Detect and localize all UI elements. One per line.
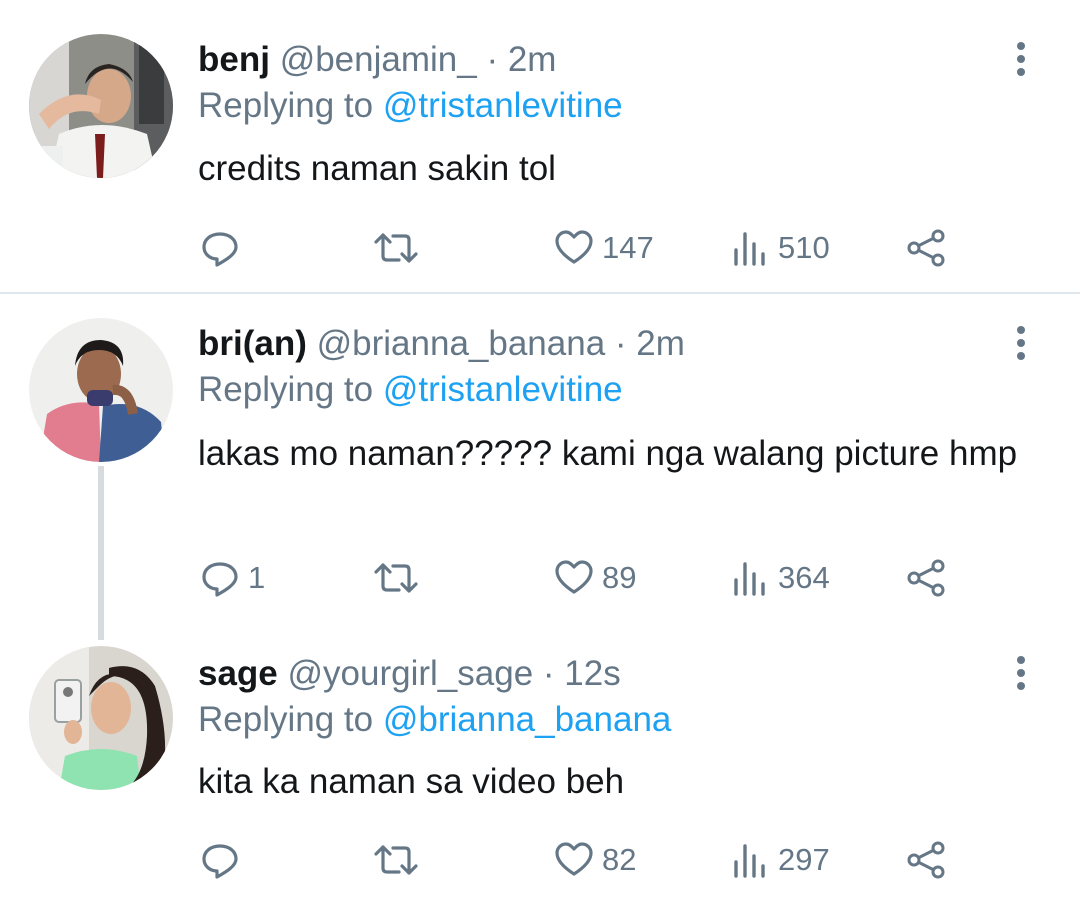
like-icon: [555, 230, 593, 264]
share-icon: [907, 559, 945, 597]
tweet[interactable]: benj @benjamin_ · 2m Replying to @trista…: [0, 0, 1080, 292]
timestamp[interactable]: 2m: [508, 40, 557, 79]
user-handle[interactable]: @benjamin_: [280, 40, 477, 79]
share-icon: [907, 841, 945, 879]
views-button[interactable]: 510: [730, 226, 830, 270]
replying-to: Replying to @tristanlevitine: [198, 84, 623, 128]
reply-icon: [202, 844, 238, 879]
reply-icon: [202, 232, 238, 267]
retweet-icon: [374, 233, 418, 263]
like-icon: [555, 560, 593, 594]
tweet-header: sage @yourgirl_sage · 12s: [198, 652, 621, 696]
tweet-text: credits naman sakin tol: [198, 149, 556, 188]
timestamp[interactable]: 2m: [636, 324, 685, 363]
share-icon: [907, 229, 945, 267]
views-icon: [734, 844, 765, 878]
view-count: 364: [778, 560, 830, 595]
action-bar: 1 89 364: [198, 556, 998, 600]
avatar[interactable]: [29, 318, 173, 462]
tweet-text: kita ka naman sa video beh: [198, 762, 625, 801]
replying-to: Replying to @tristanlevitine: [198, 368, 623, 412]
retweet-button[interactable]: [372, 226, 420, 270]
replying-to-label: Replying to: [198, 700, 374, 739]
like-count: 147: [602, 230, 654, 265]
mention-link[interactable]: @tristanlevitine: [383, 86, 623, 125]
like-count: 82: [602, 842, 637, 877]
like-icon: [555, 842, 593, 876]
avatar-photo: [29, 646, 173, 790]
avatar[interactable]: [29, 34, 173, 178]
reply-button[interactable]: [200, 838, 248, 882]
user-handle[interactable]: @yourgirl_sage: [288, 654, 534, 693]
more-vertical-icon: [1010, 42, 1032, 76]
tweet-header: bri(an) @brianna_banana · 2m: [198, 322, 685, 366]
views-button[interactable]: 364: [730, 556, 830, 600]
replying-to-label: Replying to: [198, 370, 374, 409]
mention-link[interactable]: @tristanlevitine: [383, 370, 623, 409]
view-count: 510: [778, 230, 830, 265]
avatar-photo: [29, 34, 173, 178]
share-button[interactable]: [906, 838, 946, 882]
action-bar: 82 297: [198, 838, 998, 882]
display-name[interactable]: sage: [198, 654, 278, 693]
retweet-button[interactable]: [372, 838, 420, 882]
share-button[interactable]: [906, 226, 946, 270]
reply-button[interactable]: [200, 226, 248, 270]
tweet-text: lakas mo naman????? kami nga walang pict…: [198, 434, 1018, 473]
more-options-button[interactable]: [1010, 38, 1032, 82]
tweet-header: benj @benjamin_ · 2m: [198, 38, 556, 82]
views-icon: [734, 562, 765, 596]
retweet-icon: [374, 845, 418, 875]
avatar-photo: [29, 318, 173, 462]
views-button[interactable]: 297: [730, 838, 830, 882]
like-button[interactable]: 89: [554, 556, 636, 600]
avatar[interactable]: [29, 646, 173, 790]
like-button[interactable]: 147: [554, 226, 654, 270]
retweet-icon: [374, 563, 418, 593]
like-count: 89: [602, 560, 637, 595]
share-button[interactable]: [906, 556, 946, 600]
reply-count: 1: [248, 560, 266, 595]
display-name[interactable]: bri(an): [198, 324, 307, 363]
more-vertical-icon: [1010, 656, 1032, 690]
timestamp[interactable]: 12s: [564, 654, 620, 693]
replying-to-label: Replying to: [198, 86, 374, 125]
tweet[interactable]: sage @yourgirl_sage · 12s Replying to @b…: [0, 640, 1080, 900]
more-options-button[interactable]: [1010, 322, 1032, 366]
replying-to: Replying to @brianna_banana: [198, 698, 671, 742]
views-icon: [734, 232, 765, 266]
retweet-button[interactable]: [372, 556, 420, 600]
separator: ·: [542, 654, 555, 693]
display-name[interactable]: benj: [198, 40, 270, 79]
separator: ·: [614, 324, 627, 363]
thread-line: [98, 466, 104, 640]
more-options-button[interactable]: [1010, 652, 1032, 696]
action-bar: 147 510: [198, 226, 998, 270]
view-count: 297: [778, 842, 830, 877]
reply-icon: [202, 562, 238, 597]
mention-link[interactable]: @brianna_banana: [383, 700, 672, 739]
user-handle[interactable]: @brianna_banana: [317, 324, 606, 363]
tweet[interactable]: bri(an) @brianna_banana · 2m Replying to…: [0, 294, 1080, 640]
like-button[interactable]: 82: [554, 838, 636, 882]
more-vertical-icon: [1010, 326, 1032, 360]
reply-button[interactable]: 1: [200, 556, 265, 600]
separator: ·: [486, 40, 499, 79]
